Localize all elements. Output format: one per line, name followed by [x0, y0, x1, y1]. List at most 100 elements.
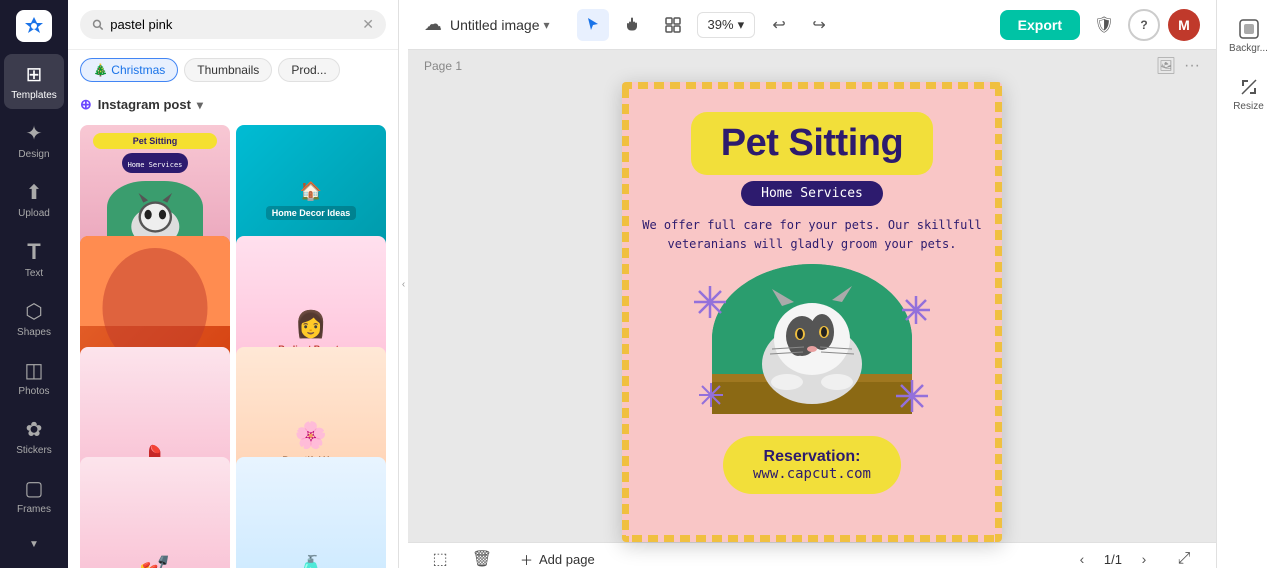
- layout-icon: [665, 17, 681, 33]
- desc-line1: We offer full care for your pets. Our sk…: [642, 218, 982, 232]
- bottom-toolbar: ⬚ 🗑 ＋ Add page ‹ 1/1 › ⤢: [408, 542, 1216, 568]
- sidebar-item-design[interactable]: ✦ Design: [4, 113, 64, 168]
- description-text: We offer full care for your pets. Our sk…: [642, 216, 982, 254]
- toolbar-right: Export 🛡 ? M: [1000, 9, 1200, 41]
- panel-collapse-handle[interactable]: ‹: [398, 0, 408, 568]
- sidebar-item-label: Photos: [18, 386, 49, 397]
- photos-icon: ◫: [25, 358, 44, 383]
- sparkle-icon: [900, 294, 932, 331]
- prev-page-button[interactable]: ‹: [1068, 545, 1096, 568]
- sidebar-collapse[interactable]: ▼: [4, 531, 64, 558]
- fullscreen-button[interactable]: ⤢: [1168, 543, 1200, 568]
- sparkle-icon: [692, 284, 728, 325]
- doc-chevron-icon: ▾: [544, 18, 550, 32]
- sidebar-item-label: Templates: [11, 90, 57, 101]
- cat-photo: [712, 264, 912, 414]
- add-page-button[interactable]: ＋ Add page: [508, 544, 607, 568]
- filter-tab-christmas[interactable]: 🎄 Christmas: [80, 58, 178, 82]
- sidebar-item-shapes[interactable]: ⬡ Shapes: [4, 291, 64, 346]
- hand-icon: [625, 17, 641, 33]
- category-header[interactable]: ⊕ Instagram post ▾: [68, 90, 398, 119]
- home-services-badge: Home Services: [741, 181, 883, 206]
- cloud-icon: ☁: [424, 14, 442, 35]
- sidebar-item-label: Text: [25, 268, 43, 279]
- add-page-label: Add page: [539, 552, 595, 567]
- design-canvas[interactable]: Pet Sitting Home Services We offer full …: [622, 82, 1002, 542]
- page-nav: ‹ 1/1 ›: [1068, 545, 1158, 568]
- resize-button[interactable]: Resize: [1221, 68, 1277, 120]
- category-chevron-icon: ▾: [197, 98, 203, 112]
- select-tool-button[interactable]: [577, 9, 609, 41]
- sidebar-item-photos[interactable]: ◫ Photos: [4, 350, 64, 405]
- search-input-wrap[interactable]: ✕: [80, 10, 386, 39]
- reservation-wrap: Reservation: www.capcut.com: [723, 436, 901, 494]
- background-button[interactable]: Backgr...: [1221, 10, 1277, 62]
- page-counter: 1/1: [1104, 552, 1122, 567]
- stickers-icon: ✿: [26, 417, 43, 442]
- sidebar-item-text[interactable]: T Text: [4, 231, 64, 287]
- filter-tab-product[interactable]: Prod...: [278, 58, 339, 82]
- templates-icon: ⊞: [26, 62, 43, 87]
- template-card[interactable]: 💅 Unleash Your Beauty: [80, 457, 230, 568]
- more-options-icon[interactable]: ···: [1184, 57, 1200, 75]
- search-clear-icon[interactable]: ✕: [362, 16, 374, 33]
- chevron-down-icon: ▼: [29, 539, 39, 550]
- filter-tab-thumbnails[interactable]: Thumbnails: [184, 58, 272, 82]
- page-label: Page 1: [424, 59, 462, 73]
- main-area: ☁ Untitled image ▾: [408, 0, 1216, 568]
- resize-icon: [1238, 76, 1260, 98]
- poster-title: Pet Sitting: [721, 122, 903, 165]
- shapes-icon: ⬡: [25, 299, 42, 324]
- upload-icon: ⬆: [26, 180, 43, 205]
- templates-panel: ✕ 🎄 Christmas Thumbnails Prod... ⊕ Insta…: [68, 0, 398, 568]
- category-label: Instagram post: [98, 97, 191, 112]
- toolbar-left: ☁ Untitled image ▾: [424, 14, 565, 35]
- templates-grid: Pet Sitting Home Services Reserva: [68, 119, 398, 568]
- text-icon: T: [27, 239, 40, 265]
- zoom-control[interactable]: 39% ▾: [697, 12, 756, 38]
- sidebar-item-label: Frames: [17, 504, 51, 515]
- undo-button[interactable]: ↩: [763, 9, 795, 41]
- help-button[interactable]: ?: [1128, 9, 1160, 41]
- page-thumbnail-button[interactable]: ⬚: [424, 543, 456, 568]
- canvas-area: Page 1 🖼 ··· Pet Sitting: [408, 50, 1216, 568]
- doc-title-wrap[interactable]: Untitled image ▾: [450, 17, 550, 33]
- resize-label: Resize: [1233, 101, 1264, 112]
- add-page-icon: ＋: [520, 550, 533, 568]
- sidebar-item-label: Design: [18, 149, 49, 160]
- sparkle-icon: [894, 378, 930, 419]
- sidebar: ⊞ Templates ✦ Design ⬆ Upload T Text ⬡ S…: [0, 0, 68, 568]
- template-card[interactable]: 🧴 Refresh Your Skin: [236, 457, 386, 568]
- search-input[interactable]: [110, 17, 356, 32]
- sidebar-item-templates[interactable]: ⊞ Templates: [4, 54, 64, 109]
- canvas-top-right: 🖼 ···: [1156, 56, 1200, 76]
- sparkle-icon: [697, 381, 725, 414]
- avatar[interactable]: M: [1168, 9, 1200, 41]
- layout-tool-button[interactable]: [657, 9, 689, 41]
- app-logo[interactable]: [16, 10, 52, 42]
- redo-button[interactable]: ↪: [803, 9, 835, 41]
- home-services-text: Home Services: [761, 186, 863, 201]
- doc-title: Untitled image: [450, 17, 540, 33]
- sidebar-item-label: Stickers: [16, 445, 52, 456]
- filter-tabs: 🎄 Christmas Thumbnails Prod...: [68, 50, 398, 90]
- right-panel: Backgr... Resize: [1216, 0, 1280, 568]
- desc-line2: veteranians will gladly groom your pets.: [668, 237, 957, 251]
- hand-tool-button[interactable]: [617, 9, 649, 41]
- shield-button[interactable]: 🛡: [1088, 9, 1120, 41]
- search-bar: ✕: [68, 0, 398, 50]
- zoom-value: 39%: [708, 17, 734, 32]
- reservation-url: www.capcut.com: [753, 466, 871, 482]
- next-page-button[interactable]: ›: [1130, 545, 1158, 568]
- search-icon: [92, 18, 104, 32]
- sidebar-item-frames[interactable]: ▢ Frames: [4, 468, 64, 523]
- poster-title-wrap: Pet Sitting: [691, 112, 933, 175]
- delete-button[interactable]: 🗑: [466, 543, 498, 568]
- background-label: Backgr...: [1229, 43, 1268, 54]
- sidebar-item-label: Shapes: [17, 327, 51, 338]
- reservation-title: Reservation:: [753, 448, 871, 466]
- export-button[interactable]: Export: [1000, 10, 1080, 40]
- sidebar-item-stickers[interactable]: ✿ Stickers: [4, 409, 64, 464]
- sidebar-item-upload[interactable]: ⬆ Upload: [4, 172, 64, 227]
- page-thumbnail-icon[interactable]: 🖼: [1156, 56, 1176, 76]
